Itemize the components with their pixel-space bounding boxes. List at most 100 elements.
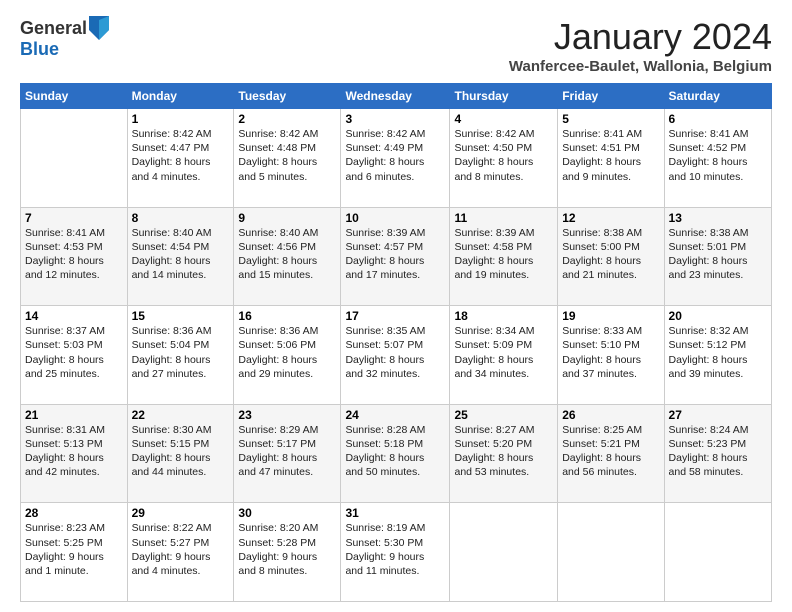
cell-content: Sunrise: 8:27 AMSunset: 5:20 PMDaylight:… — [454, 423, 553, 480]
day-number: 3 — [345, 112, 445, 126]
day-number: 13 — [669, 211, 767, 225]
calendar-cell: 5Sunrise: 8:41 AMSunset: 4:51 PMDaylight… — [558, 109, 664, 208]
day-number: 30 — [238, 506, 336, 520]
cell-content: Sunrise: 8:25 AMSunset: 5:21 PMDaylight:… — [562, 423, 659, 480]
cell-content: Sunrise: 8:41 AMSunset: 4:53 PMDaylight:… — [25, 226, 123, 283]
calendar-cell — [21, 109, 128, 208]
day-number: 6 — [669, 112, 767, 126]
calendar-cell: 18Sunrise: 8:34 AMSunset: 5:09 PMDayligh… — [450, 306, 558, 405]
cell-content: Sunrise: 8:23 AMSunset: 5:25 PMDaylight:… — [25, 521, 123, 578]
calendar-week-1: 1Sunrise: 8:42 AMSunset: 4:47 PMDaylight… — [21, 109, 772, 208]
calendar-cell — [450, 503, 558, 602]
calendar-cell: 26Sunrise: 8:25 AMSunset: 5:21 PMDayligh… — [558, 404, 664, 503]
col-monday: Monday — [127, 84, 234, 109]
calendar-cell — [558, 503, 664, 602]
calendar-cell: 7Sunrise: 8:41 AMSunset: 4:53 PMDaylight… — [21, 207, 128, 306]
day-number: 12 — [562, 211, 659, 225]
day-number: 14 — [25, 309, 123, 323]
calendar-cell: 15Sunrise: 8:36 AMSunset: 5:04 PMDayligh… — [127, 306, 234, 405]
day-number: 21 — [25, 408, 123, 422]
cell-content: Sunrise: 8:37 AMSunset: 5:03 PMDaylight:… — [25, 324, 123, 381]
cell-content: Sunrise: 8:19 AMSunset: 5:30 PMDaylight:… — [345, 521, 445, 578]
day-number: 15 — [132, 309, 230, 323]
day-number: 23 — [238, 408, 336, 422]
cell-content: Sunrise: 8:40 AMSunset: 4:56 PMDaylight:… — [238, 226, 336, 283]
day-number: 31 — [345, 506, 445, 520]
day-number: 1 — [132, 112, 230, 126]
cell-content: Sunrise: 8:42 AMSunset: 4:50 PMDaylight:… — [454, 127, 553, 184]
calendar-cell — [664, 503, 771, 602]
day-number: 26 — [562, 408, 659, 422]
cell-content: Sunrise: 8:39 AMSunset: 4:57 PMDaylight:… — [345, 226, 445, 283]
cell-content: Sunrise: 8:42 AMSunset: 4:48 PMDaylight:… — [238, 127, 336, 184]
cell-content: Sunrise: 8:24 AMSunset: 5:23 PMDaylight:… — [669, 423, 767, 480]
cell-content: Sunrise: 8:38 AMSunset: 5:01 PMDaylight:… — [669, 226, 767, 283]
cell-content: Sunrise: 8:42 AMSunset: 4:47 PMDaylight:… — [132, 127, 230, 184]
cell-content: Sunrise: 8:36 AMSunset: 5:04 PMDaylight:… — [132, 324, 230, 381]
cell-content: Sunrise: 8:32 AMSunset: 5:12 PMDaylight:… — [669, 324, 767, 381]
cell-content: Sunrise: 8:28 AMSunset: 5:18 PMDaylight:… — [345, 423, 445, 480]
page: General Blue January 2024 Wanfercee-Baul… — [0, 0, 792, 612]
cell-content: Sunrise: 8:31 AMSunset: 5:13 PMDaylight:… — [25, 423, 123, 480]
header: General Blue January 2024 Wanfercee-Baul… — [20, 16, 772, 75]
col-wednesday: Wednesday — [341, 84, 450, 109]
calendar-cell: 19Sunrise: 8:33 AMSunset: 5:10 PMDayligh… — [558, 306, 664, 405]
day-number: 11 — [454, 211, 553, 225]
calendar-week-2: 7Sunrise: 8:41 AMSunset: 4:53 PMDaylight… — [21, 207, 772, 306]
cell-content: Sunrise: 8:29 AMSunset: 5:17 PMDaylight:… — [238, 423, 336, 480]
logo-general: General — [20, 19, 87, 37]
calendar-cell: 31Sunrise: 8:19 AMSunset: 5:30 PMDayligh… — [341, 503, 450, 602]
calendar-header-row: Sunday Monday Tuesday Wednesday Thursday… — [21, 84, 772, 109]
cell-content: Sunrise: 8:42 AMSunset: 4:49 PMDaylight:… — [345, 127, 445, 184]
logo-blue: Blue — [20, 40, 109, 58]
title-block: January 2024 Wanfercee-Baulet, Wallonia,… — [509, 16, 772, 75]
month-title: January 2024 — [509, 16, 772, 58]
day-number: 4 — [454, 112, 553, 126]
calendar-cell: 4Sunrise: 8:42 AMSunset: 4:50 PMDaylight… — [450, 109, 558, 208]
day-number: 27 — [669, 408, 767, 422]
day-number: 24 — [345, 408, 445, 422]
cell-content: Sunrise: 8:35 AMSunset: 5:07 PMDaylight:… — [345, 324, 445, 381]
calendar-cell: 9Sunrise: 8:40 AMSunset: 4:56 PMDaylight… — [234, 207, 341, 306]
location: Wanfercee-Baulet, Wallonia, Belgium — [509, 58, 772, 75]
logo: General Blue — [20, 16, 109, 58]
calendar-cell: 29Sunrise: 8:22 AMSunset: 5:27 PMDayligh… — [127, 503, 234, 602]
day-number: 9 — [238, 211, 336, 225]
calendar-cell: 11Sunrise: 8:39 AMSunset: 4:58 PMDayligh… — [450, 207, 558, 306]
cell-content: Sunrise: 8:38 AMSunset: 5:00 PMDaylight:… — [562, 226, 659, 283]
calendar-week-5: 28Sunrise: 8:23 AMSunset: 5:25 PMDayligh… — [21, 503, 772, 602]
day-number: 17 — [345, 309, 445, 323]
calendar-cell: 2Sunrise: 8:42 AMSunset: 4:48 PMDaylight… — [234, 109, 341, 208]
day-number: 28 — [25, 506, 123, 520]
calendar-table: Sunday Monday Tuesday Wednesday Thursday… — [20, 83, 772, 602]
cell-content: Sunrise: 8:41 AMSunset: 4:52 PMDaylight:… — [669, 127, 767, 184]
calendar-cell: 21Sunrise: 8:31 AMSunset: 5:13 PMDayligh… — [21, 404, 128, 503]
cell-content: Sunrise: 8:40 AMSunset: 4:54 PMDaylight:… — [132, 226, 230, 283]
calendar-cell: 10Sunrise: 8:39 AMSunset: 4:57 PMDayligh… — [341, 207, 450, 306]
day-number: 22 — [132, 408, 230, 422]
day-number: 16 — [238, 309, 336, 323]
calendar-cell: 14Sunrise: 8:37 AMSunset: 5:03 PMDayligh… — [21, 306, 128, 405]
cell-content: Sunrise: 8:34 AMSunset: 5:09 PMDaylight:… — [454, 324, 553, 381]
col-thursday: Thursday — [450, 84, 558, 109]
cell-content: Sunrise: 8:39 AMSunset: 4:58 PMDaylight:… — [454, 226, 553, 283]
calendar-cell: 25Sunrise: 8:27 AMSunset: 5:20 PMDayligh… — [450, 404, 558, 503]
calendar-cell: 8Sunrise: 8:40 AMSunset: 4:54 PMDaylight… — [127, 207, 234, 306]
col-saturday: Saturday — [664, 84, 771, 109]
calendar-cell: 27Sunrise: 8:24 AMSunset: 5:23 PMDayligh… — [664, 404, 771, 503]
logo-text: General Blue — [20, 16, 109, 58]
calendar-cell: 1Sunrise: 8:42 AMSunset: 4:47 PMDaylight… — [127, 109, 234, 208]
calendar-cell: 6Sunrise: 8:41 AMSunset: 4:52 PMDaylight… — [664, 109, 771, 208]
calendar-cell: 30Sunrise: 8:20 AMSunset: 5:28 PMDayligh… — [234, 503, 341, 602]
calendar-cell: 20Sunrise: 8:32 AMSunset: 5:12 PMDayligh… — [664, 306, 771, 405]
calendar-week-4: 21Sunrise: 8:31 AMSunset: 5:13 PMDayligh… — [21, 404, 772, 503]
calendar-cell: 23Sunrise: 8:29 AMSunset: 5:17 PMDayligh… — [234, 404, 341, 503]
day-number: 20 — [669, 309, 767, 323]
day-number: 19 — [562, 309, 659, 323]
cell-content: Sunrise: 8:30 AMSunset: 5:15 PMDaylight:… — [132, 423, 230, 480]
cell-content: Sunrise: 8:22 AMSunset: 5:27 PMDaylight:… — [132, 521, 230, 578]
day-number: 25 — [454, 408, 553, 422]
cell-content: Sunrise: 8:41 AMSunset: 4:51 PMDaylight:… — [562, 127, 659, 184]
col-sunday: Sunday — [21, 84, 128, 109]
day-number: 8 — [132, 211, 230, 225]
